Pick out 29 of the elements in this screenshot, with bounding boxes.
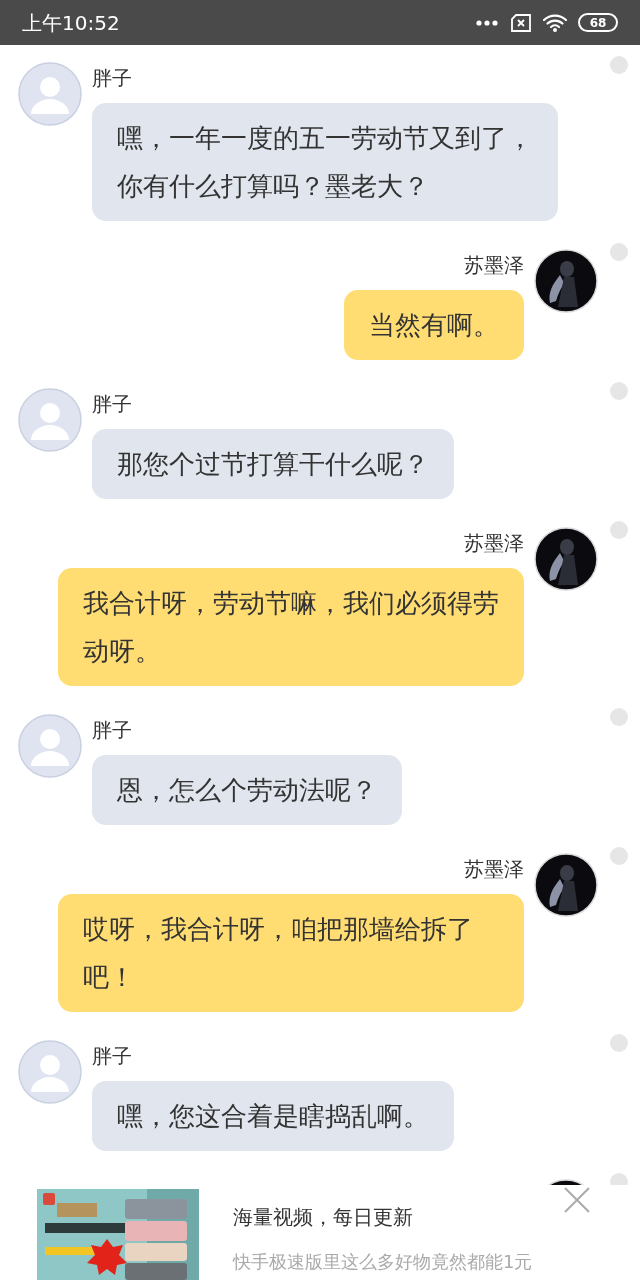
message-bubble: 我合计呀，劳动节嘛，我们必须得劳动呀。 [58,568,524,686]
sim-card-icon [510,13,532,32]
message-bubble: 哎呀，我合计呀，咱把那墙给拆了吧！ [58,894,524,1012]
wifi-icon [542,12,568,33]
ad-description: 快手极速版里这么多好物竟然都能1元 [233,1251,533,1273]
more-icon [476,19,498,26]
message-bubble: 恩，怎么个劳动法呢？ [92,755,402,825]
avatar-icon [18,1040,82,1104]
avatar-icon [534,853,598,917]
avatar-icon [18,714,82,778]
close-icon[interactable] [564,1187,590,1213]
sender-name: 胖子 [92,391,132,418]
message-bubble: 当然有啊。 [344,290,524,360]
avatar-icon [534,249,598,313]
avatar-icon [18,62,82,126]
sender-name: 胖子 [92,717,132,744]
battery-level: 68 [589,16,607,29]
sender-name: 苏墨泽 [464,252,524,279]
sender-name: 苏墨泽 [464,856,524,883]
avatar-icon [18,388,82,452]
message-bubble: 那您个过节打算干什么呢？ [92,429,454,499]
status-time: 上午10:52 [22,9,120,37]
sender-name: 胖子 [92,65,132,92]
sender-name: 胖子 [92,1043,132,1070]
sender-name: 苏墨泽 [464,530,524,557]
message-bubble: 嘿，一年一度的五一劳动节又到了，你有什么打算吗？墨老大？ [92,103,558,221]
ad-title: 海量视频，每日更新 [233,1204,414,1231]
message-bubble: 嘿，您这合着是瞎捣乱啊。 [92,1081,454,1151]
avatar-icon [534,527,598,591]
